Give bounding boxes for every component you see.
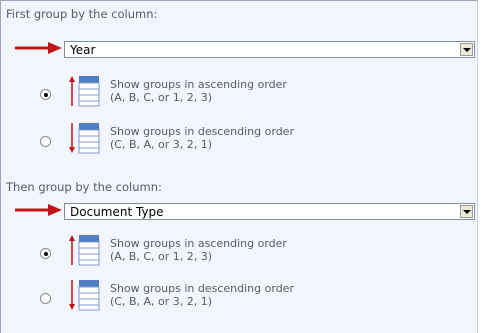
first-group-ascending-radio[interactable] [40,89,51,100]
then-group-descending-radio[interactable] [40,293,51,304]
then-group-heading: Then group by the column: [6,180,162,194]
chevron-down-icon[interactable] [460,43,473,56]
then-group-selected-value: Document Type [70,205,164,219]
first-group-descending-label: Show groups in descending order (C, B, A… [110,125,294,151]
red-pointer-arrow-icon [15,42,62,54]
first-group-heading: First group by the column: [6,7,158,21]
sort-ascending-icon [69,76,100,107]
first-group-selected-value: Year [70,43,96,57]
then-group-ascending-label: Show groups in ascending order (A, B, C,… [110,237,287,263]
then-group-descending-label: Show groups in descending order (C, B, A… [110,282,294,308]
sort-ascending-icon [69,235,100,266]
red-pointer-arrow-icon [15,204,62,216]
then-group-ascending-radio[interactable] [40,248,51,259]
sort-descending-icon [69,280,100,311]
sort-descending-icon [69,123,100,154]
then-group-column-select[interactable]: Document Type [64,203,475,220]
chevron-down-icon[interactable] [460,205,473,218]
first-group-descending-radio[interactable] [40,136,51,147]
grouping-settings-panel: First group by the column: Year Show gro… [0,0,478,333]
first-group-column-select[interactable]: Year [64,41,475,58]
first-group-ascending-label: Show groups in ascending order (A, B, C,… [110,78,287,104]
